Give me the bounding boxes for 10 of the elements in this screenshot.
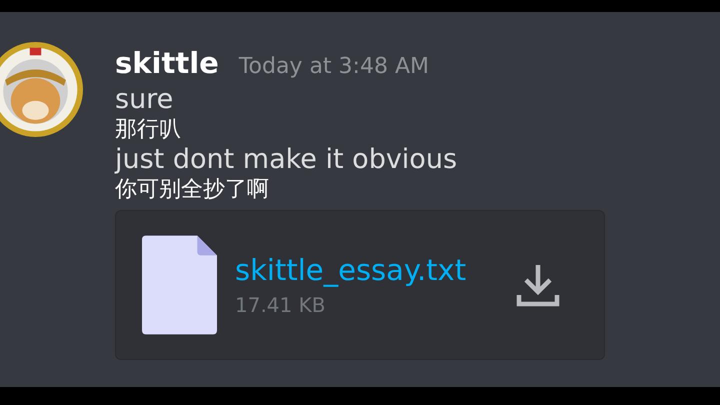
subtitle: 那行叭 bbox=[115, 116, 182, 144]
username[interactable]: skittle bbox=[115, 46, 219, 80]
file-link[interactable]: skittle_essay.txt bbox=[235, 253, 516, 287]
timestamp: Today at 3:48 AM bbox=[238, 54, 429, 79]
message-text: sure bbox=[115, 84, 174, 116]
message-text: just dont make it obvious bbox=[115, 144, 458, 176]
subtitle: 你可别全抄了啊 bbox=[115, 176, 270, 204]
file-icon bbox=[142, 235, 217, 335]
file-size: 17.41 KB bbox=[235, 293, 326, 317]
download-icon[interactable] bbox=[516, 263, 560, 307]
